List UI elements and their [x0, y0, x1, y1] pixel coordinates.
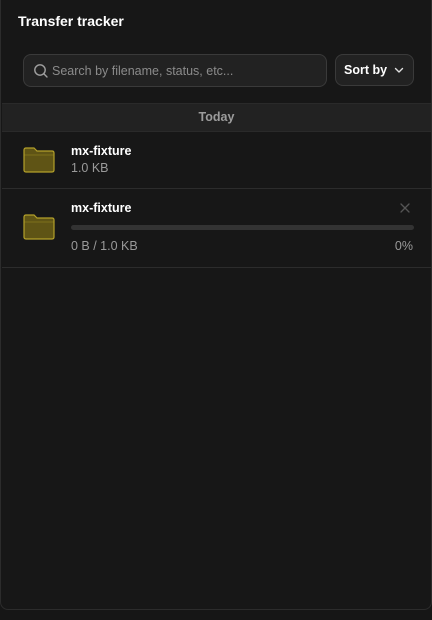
transfer-filename: mx-fixture — [71, 201, 132, 215]
sort-by-label: Sort by — [344, 63, 388, 77]
transfer-row[interactable]: mx-fixture 1.0 KB — [2, 132, 431, 189]
search-input[interactable] — [52, 55, 322, 86]
transfer-percent: 0% — [394, 239, 413, 253]
transfer-row[interactable]: mx-fixture 0 B / 1.0 KB 0% — [2, 189, 431, 268]
progress-bar — [71, 225, 414, 230]
transfer-status: 0 B / 1.0 KB — [71, 239, 138, 253]
folder-icon — [23, 214, 55, 240]
folder-icon — [23, 147, 55, 173]
search-icon — [34, 64, 48, 78]
transfer-size: 1.0 KB — [71, 161, 109, 175]
close-icon[interactable] — [398, 201, 412, 215]
section-header-today: Today — [2, 103, 431, 132]
page-title: Transfer tracker — [18, 13, 124, 29]
search-box[interactable] — [23, 54, 327, 87]
sort-by-button[interactable]: Sort by — [335, 54, 414, 86]
chevron-down-icon — [394, 67, 404, 73]
transfer-filename: mx-fixture — [71, 144, 132, 158]
transfer-tracker-panel: Transfer tracker Sort by Today mx-fixtur… — [0, 0, 432, 610]
